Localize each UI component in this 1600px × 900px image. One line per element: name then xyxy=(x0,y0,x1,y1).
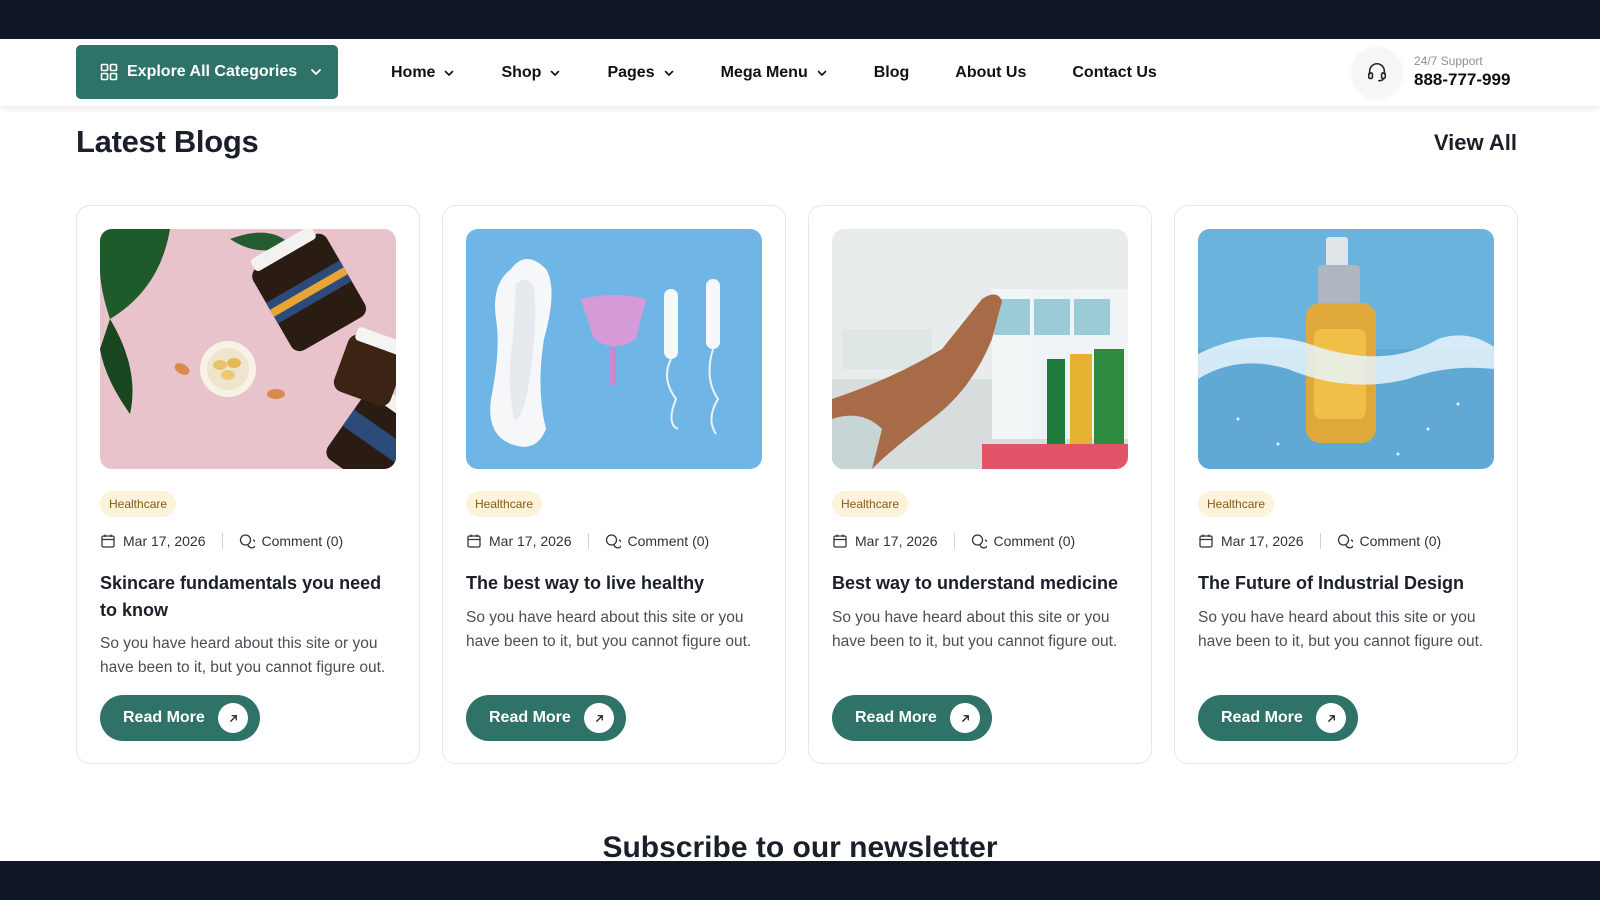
post-comments[interactable]: Comment (0) xyxy=(262,533,344,549)
read-more-label: Read More xyxy=(855,709,937,726)
post-date: Mar 17, 2026 xyxy=(1221,533,1304,549)
post-date: Mar 17, 2026 xyxy=(123,533,206,549)
headset-icon xyxy=(1352,47,1402,97)
chevron-down-icon xyxy=(551,70,560,76)
chevron-down-icon xyxy=(445,70,454,76)
bottom-dark-band xyxy=(0,861,1600,900)
post-meta: Mar 17, 2026 Comment (0) xyxy=(466,533,709,549)
comment-icon xyxy=(971,534,987,549)
blog-card: Healthcare Mar 17, 2026 Comment (0) Skin… xyxy=(76,205,420,764)
chevron-down-icon xyxy=(309,65,323,79)
blog-cards: Healthcare Mar 17, 2026 Comment (0) Skin… xyxy=(76,205,1518,764)
post-excerpt: So you have heard about this site or you… xyxy=(100,635,386,676)
arrow-up-right-icon xyxy=(950,703,980,733)
calendar-icon xyxy=(1199,534,1213,548)
main-navbar: Explore All Categories Home Shop Pages M… xyxy=(0,39,1600,106)
post-excerpt: So you have heard about this site or you… xyxy=(466,609,752,650)
nav-item-blog[interactable]: Blog xyxy=(874,64,910,82)
post-title[interactable]: The best way to live healthy xyxy=(466,570,766,597)
post-comments[interactable]: Comment (0) xyxy=(628,533,710,549)
arrow-up-right-icon xyxy=(218,703,248,733)
post-meta: Mar 17, 2026 Comment (0) xyxy=(1198,533,1441,549)
pharmacy-shelf-photo[interactable] xyxy=(832,229,1128,469)
comment-icon xyxy=(1337,534,1353,549)
read-more-button[interactable]: Read More xyxy=(832,695,992,741)
chevron-down-icon xyxy=(664,70,673,76)
read-more-label: Read More xyxy=(1221,709,1303,726)
support-phone: 888-777-999 xyxy=(1414,70,1511,89)
meta-divider xyxy=(953,533,955,549)
top-dark-band xyxy=(0,0,1600,39)
support-contact[interactable]: 24/7 Support 888-777-999 xyxy=(1352,47,1510,97)
blog-card: Healthcare Mar 17, 2026 Comment (0) The … xyxy=(1174,205,1518,764)
comment-icon xyxy=(239,534,255,549)
serum-bottle-photo[interactable] xyxy=(1198,229,1494,469)
view-all-link[interactable]: View All xyxy=(1434,130,1517,156)
nav-item-shop[interactable]: Shop xyxy=(501,64,561,82)
nav-item-label: Blog xyxy=(873,63,910,81)
nav-item-mega-menu[interactable]: Mega Menu xyxy=(721,64,828,82)
nav-item-label: Mega Menu xyxy=(720,63,808,81)
supplement-jars-photo[interactable] xyxy=(100,229,396,469)
post-comments[interactable]: Comment (0) xyxy=(1360,533,1442,549)
post-comments[interactable]: Comment (0) xyxy=(994,533,1076,549)
section-title: Latest Blogs xyxy=(76,124,259,159)
read-more-button[interactable]: Read More xyxy=(466,695,626,741)
nav-item-label: Contact Us xyxy=(1072,63,1157,81)
category-tag[interactable]: Healthcare xyxy=(1198,491,1275,517)
arrow-up-right-icon xyxy=(1316,703,1346,733)
category-tag[interactable]: Healthcare xyxy=(832,491,909,517)
meta-divider xyxy=(587,533,589,549)
support-label: 24/7 Support xyxy=(1414,54,1483,68)
nav-item-label: About Us xyxy=(955,63,1027,81)
nav-item-label: Shop xyxy=(501,63,542,81)
post-date: Mar 17, 2026 xyxy=(855,533,938,549)
read-more-label: Read More xyxy=(123,709,205,726)
post-excerpt: So you have heard about this site or you… xyxy=(832,609,1118,650)
nav-item-pages[interactable]: Pages xyxy=(607,64,674,82)
nav-item-label: Home xyxy=(391,63,436,81)
newsletter-title: Subscribe to our newsletter xyxy=(602,831,998,861)
category-tag[interactable]: Healthcare xyxy=(466,491,543,517)
post-meta: Mar 17, 2026 Comment (0) xyxy=(832,533,1075,549)
grid-icon xyxy=(100,63,118,81)
post-excerpt: So you have heard about this site or you… xyxy=(1198,609,1484,650)
blog-card: Healthcare Mar 17, 2026 Comment (0) Best… xyxy=(808,205,1152,764)
nav-links: Home Shop Pages Mega Menu Blog About Us … xyxy=(391,39,1203,106)
meta-divider xyxy=(1319,533,1321,549)
calendar-icon xyxy=(833,534,847,548)
explore-categories-button[interactable]: Explore All Categories xyxy=(76,45,338,99)
meta-divider xyxy=(221,533,223,549)
post-title[interactable]: Skincare fundamentals you need to know xyxy=(100,570,400,624)
read-more-button[interactable]: Read More xyxy=(1198,695,1358,741)
feminine-care-photo[interactable] xyxy=(466,229,762,469)
nav-item-about-us[interactable]: About Us xyxy=(955,64,1026,82)
chevron-down-icon xyxy=(817,70,827,76)
read-more-button[interactable]: Read More xyxy=(100,695,260,741)
blog-card: Healthcare Mar 17, 2026 Comment (0) The … xyxy=(442,205,786,764)
explore-categories-label: Explore All Categories xyxy=(127,63,298,80)
calendar-icon xyxy=(467,534,481,548)
calendar-icon xyxy=(101,534,115,548)
nav-item-contact-us[interactable]: Contact Us xyxy=(1072,64,1156,82)
post-title[interactable]: The Future of Industrial Design xyxy=(1198,570,1498,597)
category-tag[interactable]: Healthcare xyxy=(100,491,177,517)
post-date: Mar 17, 2026 xyxy=(489,533,572,549)
arrow-up-right-icon xyxy=(584,703,614,733)
read-more-label: Read More xyxy=(489,709,571,726)
nav-item-label: Pages xyxy=(607,63,655,81)
nav-item-home[interactable]: Home xyxy=(391,64,455,82)
comment-icon xyxy=(605,534,621,549)
post-meta: Mar 17, 2026 Comment (0) xyxy=(100,533,343,549)
post-title[interactable]: Best way to understand medicine xyxy=(832,570,1132,597)
